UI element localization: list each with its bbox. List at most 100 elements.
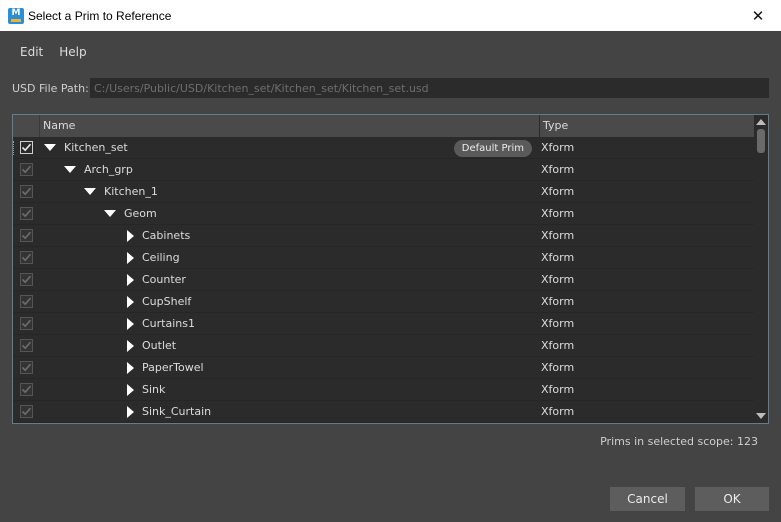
expand-arrow-right-icon[interactable] xyxy=(127,361,134,374)
row-name-cell: Arch_grp xyxy=(40,159,540,181)
row-checkbox-cell xyxy=(13,401,40,423)
ok-button[interactable]: OK xyxy=(695,487,769,511)
expand-arrow-down-icon[interactable] xyxy=(44,144,56,151)
expand-arrow-right-icon[interactable] xyxy=(127,405,134,418)
prim-name: Ceiling xyxy=(142,251,180,264)
cancel-button[interactable]: Cancel xyxy=(610,487,685,511)
row-checkbox xyxy=(20,207,33,220)
row-checkbox xyxy=(20,273,33,286)
tree-row[interactable]: Outlet Xform xyxy=(13,335,755,357)
tree-row[interactable]: Kitchen_1 Xform xyxy=(13,181,755,203)
tree-row[interactable]: Geom Xform xyxy=(13,203,755,225)
tree-row[interactable]: Ceiling Xform xyxy=(13,247,755,269)
row-checkbox xyxy=(20,163,33,176)
expand-arrow-right-icon[interactable] xyxy=(127,383,134,396)
row-checkbox xyxy=(20,361,33,374)
row-name-cell: Sink_Curtain xyxy=(40,401,540,423)
row-checkbox xyxy=(20,229,33,242)
maya-icon: M xyxy=(8,7,24,24)
row-checkbox-cell xyxy=(13,225,40,247)
scroll-thumb[interactable] xyxy=(757,129,765,153)
prim-name: Curtains1 xyxy=(142,317,195,330)
default-prim-badge: Default Prim xyxy=(453,139,532,157)
row-grip-icon xyxy=(13,140,15,155)
prim-tree[interactable]: Name Type Kitchen_set Default Prim Xform Ar… xyxy=(12,114,769,424)
dialog-window: M Select a Prim to Reference ✕ Edit Help… xyxy=(0,0,781,522)
tree-rows: Kitchen_set Default Prim Xform Arch_grp Xfor… xyxy=(13,137,755,423)
row-name-cell: Outlet xyxy=(40,335,540,357)
prim-name: Kitchen_1 xyxy=(104,185,158,198)
prim-type: Xform xyxy=(541,273,575,286)
prim-type: Xform xyxy=(541,361,575,374)
prims-in-scope: Prims in selected scope: 123 xyxy=(600,435,758,448)
row-name-cell: Counter xyxy=(40,269,540,291)
expand-arrow-right-icon[interactable] xyxy=(127,273,134,286)
prim-type: Xform xyxy=(541,185,575,198)
prim-name: Geom xyxy=(124,207,157,220)
menu-item-edit[interactable]: Edit xyxy=(12,45,51,59)
window-title: Select a Prim to Reference xyxy=(28,8,172,23)
tree-row[interactable]: Cabinets Xform xyxy=(13,225,755,247)
expand-arrow-down-icon[interactable] xyxy=(84,188,96,195)
expand-arrow-right-icon[interactable] xyxy=(127,339,134,352)
expand-arrow-right-icon[interactable] xyxy=(127,295,134,308)
tree-header: Name Type xyxy=(13,115,755,137)
row-checkbox xyxy=(20,339,33,352)
scroll-down-icon[interactable] xyxy=(756,413,766,419)
expand-arrow-right-icon[interactable] xyxy=(127,317,134,330)
close-icon[interactable]: ✕ xyxy=(735,0,781,31)
row-name-cell: Kitchen_set Default Prim xyxy=(40,137,540,159)
prim-name: Sink xyxy=(142,383,166,396)
tree-row[interactable]: Sink Xform xyxy=(13,379,755,401)
prim-name: Arch_grp xyxy=(84,163,133,176)
tree-row[interactable]: Arch_grp Xform xyxy=(13,159,755,181)
prim-name: Sink_Curtain xyxy=(142,405,212,418)
expand-arrow-down-icon[interactable] xyxy=(104,210,116,217)
tree-row[interactable]: CupShelf Xform xyxy=(13,291,755,313)
row-checkbox-cell xyxy=(13,203,40,225)
prim-name: Cabinets xyxy=(142,229,191,242)
row-name-cell: Curtains1 xyxy=(40,313,540,335)
expand-arrow-down-icon[interactable] xyxy=(64,166,76,173)
column-header-name[interactable]: Name xyxy=(40,115,540,137)
usd-path-label: USD File Path: xyxy=(12,81,89,95)
prim-type: Xform xyxy=(541,383,575,396)
prim-type: Xform xyxy=(541,295,575,308)
row-checkbox-cell xyxy=(13,137,40,159)
expand-arrow-right-icon[interactable] xyxy=(127,229,134,242)
vertical-scrollbar[interactable] xyxy=(754,115,768,423)
tree-row[interactable]: Curtains1 Xform xyxy=(13,313,755,335)
prim-name: CupShelf xyxy=(142,295,192,308)
row-checkbox-cell xyxy=(13,335,40,357)
tree-row[interactable]: Kitchen_set Default Prim Xform xyxy=(13,137,755,159)
row-checkbox-cell xyxy=(13,357,40,379)
prim-type: Xform xyxy=(541,163,575,176)
row-checkbox-cell xyxy=(13,379,40,401)
row-checkbox-cell xyxy=(13,291,40,313)
row-checkbox[interactable] xyxy=(20,141,33,154)
expand-arrow-right-icon[interactable] xyxy=(127,251,134,264)
title-bar: M Select a Prim to Reference ✕ xyxy=(0,0,781,31)
tree-row[interactable]: PaperTowel Xform xyxy=(13,357,755,379)
usd-path-row: USD File Path: C:/Users/Public/USD/Kitch… xyxy=(12,78,769,98)
prim-type: Xform xyxy=(541,229,575,242)
prim-type: Xform xyxy=(541,405,575,418)
prim-type: Xform xyxy=(541,141,575,154)
header-check-column xyxy=(13,115,40,137)
column-header-type[interactable]: Type xyxy=(540,115,755,137)
row-checkbox xyxy=(20,295,33,308)
menu-bar: Edit Help xyxy=(0,31,781,73)
tree-row[interactable]: Counter Xform xyxy=(13,269,755,291)
menu-item-help[interactable]: Help xyxy=(51,45,94,59)
row-name-cell: Kitchen_1 xyxy=(40,181,540,203)
row-name-cell: Geom xyxy=(40,203,540,225)
row-checkbox-cell xyxy=(13,181,40,203)
scroll-up-icon[interactable] xyxy=(756,119,766,125)
usd-path-field[interactable]: C:/Users/Public/USD/Kitchen_set/Kitchen_… xyxy=(90,78,769,98)
row-checkbox-cell xyxy=(13,247,40,269)
tree-row[interactable]: Sink_Curtain Xform xyxy=(13,401,755,423)
row-checkbox xyxy=(20,251,33,264)
row-name-cell: PaperTowel xyxy=(40,357,540,379)
row-checkbox-cell xyxy=(13,313,40,335)
row-name-cell: Sink xyxy=(40,379,540,401)
